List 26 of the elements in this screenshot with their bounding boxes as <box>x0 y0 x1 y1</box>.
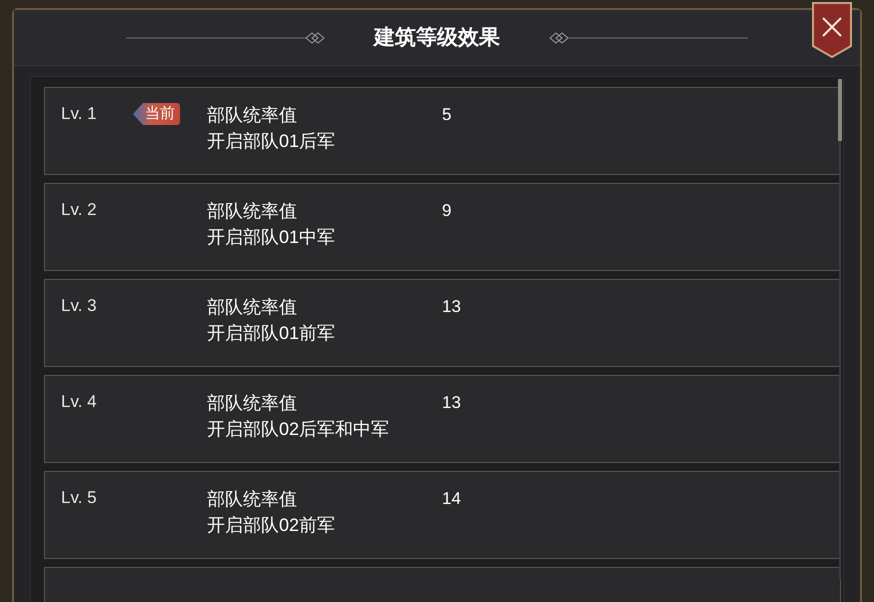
effect-text: 开启部队01前军 <box>207 322 336 342</box>
divider-ornament-icon <box>548 32 748 44</box>
divider-ornament-icon <box>126 32 326 44</box>
current-badge: 当前 <box>133 103 180 125</box>
effect-text: 部队统率值 <box>207 488 297 508</box>
level-label: Lv. 2 <box>61 199 98 221</box>
level-label: Lv. 4 <box>61 391 98 413</box>
effect-value: 9 <box>442 200 452 222</box>
effect-value: 14 <box>442 488 461 510</box>
effect-value: 13 <box>442 392 461 414</box>
effect-text: 部队统率值 <box>207 104 297 124</box>
close-button[interactable] <box>812 2 852 58</box>
effect-text: 部队统率值 <box>207 296 297 316</box>
effect-text: 开启部队01中军 <box>207 226 336 246</box>
level-label: Lv. 3 <box>61 295 98 317</box>
scrollbar-thumb[interactable] <box>838 79 842 141</box>
effect-text: 部队统率值 <box>207 200 297 220</box>
level-label: Lv. 5 <box>61 487 98 509</box>
effect-text: 部队统率值 <box>207 392 297 412</box>
effect-value: 5 <box>442 104 452 126</box>
level-label: Lv. 1 <box>61 103 98 125</box>
dialog-title: 建筑等级效果 <box>372 24 501 51</box>
effect-text: 开启部队01后军 <box>207 130 336 150</box>
effect-text: 开启部队02前军 <box>207 514 336 534</box>
effect-text: 开启部队02后军和中军 <box>207 418 390 438</box>
effect-value: 13 <box>442 296 461 318</box>
